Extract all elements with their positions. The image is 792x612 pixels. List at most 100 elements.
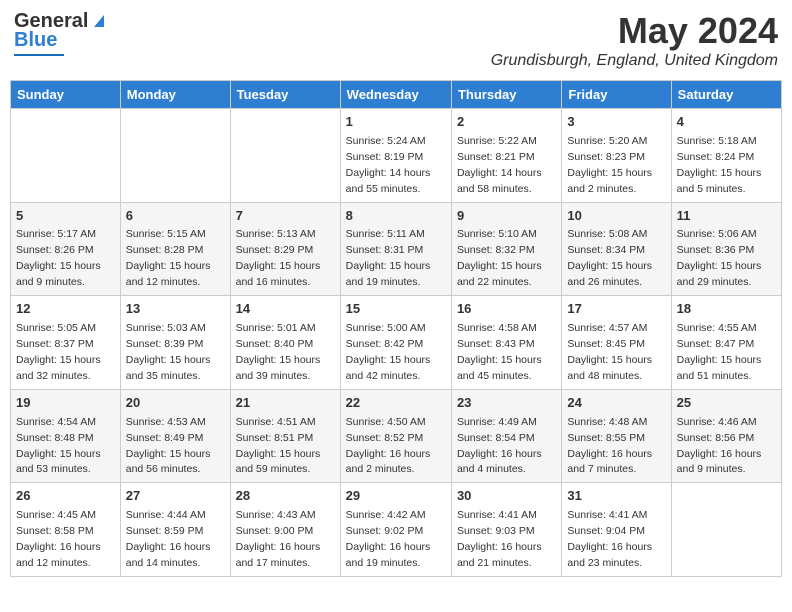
calendar-cell: [120, 109, 230, 203]
calendar-table: SundayMondayTuesdayWednesdayThursdayFrid…: [10, 80, 782, 577]
cell-info: Sunset: 8:45 PM: [567, 338, 645, 350]
cell-info: Daylight: 15 hours and 12 minutes.: [126, 260, 211, 288]
cell-info: Sunset: 8:54 PM: [457, 432, 535, 444]
calendar-cell: 29Sunrise: 4:42 AMSunset: 9:02 PMDayligh…: [340, 483, 451, 577]
cell-info: Sunrise: 5:08 AM: [567, 228, 647, 240]
calendar-week-row: 19Sunrise: 4:54 AMSunset: 8:48 PMDayligh…: [11, 389, 782, 483]
cell-info: Sunset: 8:48 PM: [16, 432, 94, 444]
cell-info: Sunrise: 4:42 AM: [346, 509, 426, 521]
calendar-cell: 13 Sunrise: 5:03 AM Sunset: 8:39 PM Dayligh…: [120, 296, 230, 390]
cell-info: Daylight: 15 hours and 5 minutes.: [677, 167, 762, 195]
day-header-monday: Monday: [120, 81, 230, 109]
cell-info: Sunrise: 4:43 AM: [236, 509, 316, 521]
day-number: 9: [457, 207, 556, 226]
cell-info: Sunset: 8:43 PM: [457, 338, 535, 350]
cell-info: Sunrise: 5:03 AM: [126, 322, 206, 334]
day-number: 4: [677, 113, 776, 132]
calendar-cell: 12Sunrise: 5:05 AMSunset: 8:37 PMDayligh…: [11, 296, 121, 390]
cell-info: Daylight: 15 hours and 16 minutes.: [236, 260, 321, 288]
cell-info: Sunrise: 4:46 AM: [677, 416, 757, 428]
day-number: 18: [677, 300, 776, 319]
cell-info: Sunset: 8:23 PM: [567, 151, 645, 163]
cell-info: Sunset: 8:24 PM: [677, 151, 755, 163]
cell-info: Sunset: 8:55 PM: [567, 432, 645, 444]
cell-info: Daylight: 15 hours and 9 minutes.: [16, 260, 101, 288]
cell-info: Daylight: 14 hours and 55 minutes.: [346, 167, 431, 195]
calendar-cell: [671, 483, 781, 577]
cell-info: Daylight: 15 hours and 2 minutes.: [567, 167, 652, 195]
cell-info: Daylight: 15 hours and 22 minutes.: [457, 260, 542, 288]
day-number: 11: [677, 207, 776, 226]
day-header-wednesday: Wednesday: [340, 81, 451, 109]
day-number: 7: [236, 207, 335, 226]
cell-info: Daylight: 15 hours and 35 minutes.: [126, 354, 211, 382]
day-header-friday: Friday: [562, 81, 671, 109]
cell-info: Daylight: 15 hours and 59 minutes.: [236, 448, 321, 476]
day-header-sunday: Sunday: [11, 81, 121, 109]
cell-info: Sunset: 8:56 PM: [677, 432, 755, 444]
day-number: 13: [126, 300, 225, 319]
cell-info: Sunset: 9:00 PM: [236, 525, 314, 537]
cell-info: Sunset: 8:34 PM: [567, 244, 645, 256]
cell-info: Sunrise: 4:41 AM: [457, 509, 537, 521]
day-number: 12: [16, 300, 115, 319]
day-number: 20: [126, 394, 225, 413]
cell-info: Sunrise: 4:48 AM: [567, 416, 647, 428]
cell-info: Daylight: 14 hours and 58 minutes.: [457, 167, 542, 195]
day-number: 22: [346, 394, 446, 413]
location-subtitle: Grundisburgh, England, United Kingdom: [491, 52, 778, 70]
calendar-cell: 30Sunrise: 4:41 AMSunset: 9:03 PMDayligh…: [451, 483, 561, 577]
day-header-saturday: Saturday: [671, 81, 781, 109]
cell-info: Sunrise: 5:11 AM: [346, 228, 425, 240]
day-number: 14: [236, 300, 335, 319]
logo-icon: [90, 11, 108, 29]
cell-info: Sunrise: 5:06 AM: [677, 228, 757, 240]
calendar-cell: 22Sunrise: 4:50 AMSunset: 8:52 PMDayligh…: [340, 389, 451, 483]
cell-info: Daylight: 15 hours and 45 minutes.: [457, 354, 542, 382]
cell-info: Sunset: 8:37 PM: [16, 338, 94, 350]
day-number: 10: [567, 207, 665, 226]
calendar-cell: 15Sunrise: 5:00 AMSunset: 8:42 PMDayligh…: [340, 296, 451, 390]
month-year-title: May 2024: [491, 10, 778, 52]
calendar-cell: 16Sunrise: 4:58 AMSunset: 8:43 PMDayligh…: [451, 296, 561, 390]
cell-info: Daylight: 16 hours and 23 minutes.: [567, 541, 652, 569]
cell-info: Daylight: 15 hours and 29 minutes.: [677, 260, 762, 288]
cell-info: Daylight: 15 hours and 51 minutes.: [677, 354, 762, 382]
calendar-cell: 2Sunrise: 5:22 AMSunset: 8:21 PMDaylight…: [451, 109, 561, 203]
cell-info: Sunset: 8:32 PM: [457, 244, 535, 256]
cell-info: Daylight: 16 hours and 14 minutes.: [126, 541, 211, 569]
cell-info: Sunset: 8:28 PM: [126, 244, 204, 256]
day-number: 26: [16, 487, 115, 506]
cell-info: Sunset: 8:42 PM: [346, 338, 424, 350]
day-number: 24: [567, 394, 665, 413]
logo: General Blue: [14, 10, 108, 56]
cell-info: Sunrise: 4:57 AM: [567, 322, 647, 334]
calendar-cell: 24Sunrise: 4:48 AMSunset: 8:55 PMDayligh…: [562, 389, 671, 483]
cell-info: Sunrise: 4:50 AM: [346, 416, 426, 428]
calendar-cell: [11, 109, 121, 203]
calendar-cell: 17Sunrise: 4:57 AMSunset: 8:45 PMDayligh…: [562, 296, 671, 390]
cell-info: Sunset: 8:31 PM: [346, 244, 424, 256]
day-number: 27: [126, 487, 225, 506]
cell-info: Sunrise: 5:17 AM: [16, 228, 96, 240]
calendar-cell: 1Sunrise: 5:24 AMSunset: 8:19 PMDaylight…: [340, 109, 451, 203]
cell-info: Sunset: 9:04 PM: [567, 525, 645, 537]
cell-info: Sunrise: 5:05 AM: [16, 322, 96, 334]
calendar-cell: [230, 109, 340, 203]
title-block: May 2024 Grundisburgh, England, United K…: [491, 10, 778, 70]
calendar-cell: 28Sunrise: 4:43 AMSunset: 9:00 PMDayligh…: [230, 483, 340, 577]
day-number: 6: [126, 207, 225, 226]
cell-info: Sunset: 8:58 PM: [16, 525, 94, 537]
calendar-cell: 9 Sunrise: 5:10 AM Sunset: 8:32 PM Daylight…: [451, 202, 561, 296]
calendar-cell: 14Sunrise: 5:01 AMSunset: 8:40 PMDayligh…: [230, 296, 340, 390]
day-number: 25: [677, 394, 776, 413]
cell-info: Sunset: 8:39 PM: [126, 338, 204, 350]
cell-info: Sunrise: 4:41 AM: [567, 509, 647, 521]
cell-info: Sunset: 8:59 PM: [126, 525, 204, 537]
cell-info: Daylight: 16 hours and 19 minutes.: [346, 541, 431, 569]
cell-info: Sunrise: 4:55 AM: [677, 322, 757, 334]
cell-info: Daylight: 15 hours and 48 minutes.: [567, 354, 652, 382]
calendar-header-row: SundayMondayTuesdayWednesdayThursdayFrid…: [11, 81, 782, 109]
cell-info: Sunrise: 4:58 AM: [457, 322, 537, 334]
cell-info: Sunrise: 5:10 AM: [457, 228, 537, 240]
